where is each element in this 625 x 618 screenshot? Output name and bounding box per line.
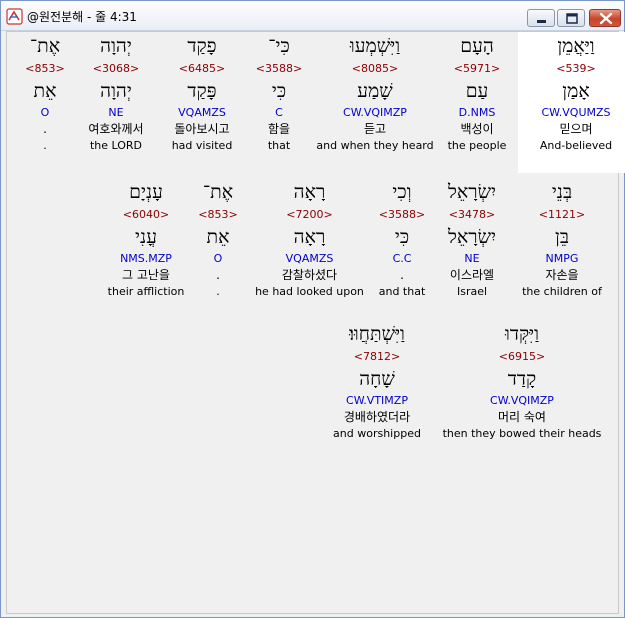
english-gloss: . — [216, 285, 220, 298]
word-cell[interactable]: אֶת־ <853> אֵת O . . — [183, 178, 253, 299]
parsing-code: NMPG — [545, 252, 579, 265]
hebrew-word: עָנְיָם — [129, 181, 163, 203]
lemma: שָׁמַע — [357, 80, 393, 102]
strong-number: <6915> — [498, 350, 546, 363]
lemma: כִּי — [271, 80, 287, 102]
hebrew-word: וַיִּקְּדוּ — [504, 323, 539, 345]
korean-gloss: . — [43, 122, 47, 136]
lemma: עֳנִי — [135, 226, 157, 248]
korean-gloss: 돌아보시고 — [174, 122, 230, 136]
english-gloss: their affliction — [107, 285, 185, 298]
hebrew-word: וַיִּשְׁמְעוּ — [349, 35, 401, 57]
english-gloss: and when they heard — [316, 139, 434, 152]
english-gloss: had visited — [171, 139, 233, 152]
parsing-code: CW.VQIMZP — [343, 106, 407, 119]
parsing-code: C — [275, 106, 283, 119]
korean-gloss: 듣고 — [363, 122, 387, 136]
lemma: בֵּן — [555, 226, 569, 248]
hebrew-word: אֶת־ — [29, 35, 61, 57]
word-cell[interactable]: יְהוָה <3068> יְהוָה NE 여호와께서 the LORD — [73, 32, 159, 153]
korean-gloss: . — [216, 268, 220, 282]
parsing-code: VQAMZS — [178, 106, 226, 119]
hebrew-word: בְּנֵי — [551, 181, 573, 203]
word-cell[interactable]: כִּי־ <3588> כִּי C 함을 that — [239, 32, 319, 153]
hebrew-word: אֶת־ — [202, 181, 234, 203]
parsing-code: NE — [108, 106, 124, 119]
strong-number: <5971> — [453, 62, 501, 75]
english-gloss: the children of — [522, 285, 602, 298]
korean-gloss: 감찰하셨다 — [281, 268, 338, 282]
strong-number: <7200> — [286, 208, 333, 221]
app-window: @원전분해 - 줄 4:31 וַיַּאֲמֵן <539> אָמַן CW… — [0, 0, 625, 618]
strong-number: <8085> — [351, 62, 399, 75]
korean-gloss: 백성이 — [460, 122, 494, 136]
title-bar[interactable]: @원전분해 - 줄 4:31 — [1, 1, 624, 31]
hebrew-word: רָאָה — [293, 181, 326, 203]
lemma: אֵת — [206, 226, 230, 248]
english-gloss: that — [267, 139, 291, 152]
hebrew-word: כִּי־ — [268, 35, 290, 57]
word-cell[interactable]: פָקַד <6485> פָּקַד VQAMZS 돌아보시고 had vis… — [157, 32, 247, 153]
hebrew-word: יְהוָה — [100, 35, 132, 57]
korean-gloss: 그 고난을 — [122, 268, 170, 282]
korean-gloss: 머리 숙여 — [498, 410, 546, 424]
parsing-code: NMS.MZP — [120, 252, 172, 265]
english-gloss: he had looked upon — [255, 285, 364, 298]
english-gloss: the LORD — [89, 139, 143, 152]
word-cell[interactable]: הָעָם <5971> עַם D.NMS 백성이 the people — [419, 32, 535, 153]
word-cell[interactable]: וַיִּשְׁתַּחֲוּוּ׃ <7812> שָׁחָה CW.VTIM… — [312, 320, 442, 441]
strong-number: <3588> — [255, 62, 303, 75]
english-gloss: . — [43, 139, 47, 152]
english-gloss: then they bowed their heads — [442, 427, 602, 440]
app-icon — [6, 8, 23, 25]
window-title: @원전분해 - 줄 4:31 — [27, 10, 137, 24]
korean-gloss: 자손을 — [545, 268, 579, 282]
parsing-code: CW.VTIMZP — [346, 394, 408, 407]
minimize-icon — [537, 20, 546, 23]
lemma: שָׁחָה — [359, 368, 395, 390]
strong-number: <6485> — [178, 62, 226, 75]
parsing-code: CW.VQIMZP — [490, 394, 554, 407]
close-icon — [599, 12, 613, 25]
word-cell[interactable]: רָאָה <7200> רָאָה VQAMZS 감찰하셨다 he had l… — [247, 178, 372, 299]
lemma: יְהוָה — [100, 80, 132, 102]
korean-gloss: 경배하였더라 — [343, 410, 411, 424]
word-cell[interactable]: וַיִּקְּדוּ <6915> קָדַד CW.VQIMZP 머리 숙여… — [437, 320, 607, 441]
hebrew-word: וַיִּשְׁתַּחֲוּוּ׃ — [349, 323, 405, 345]
lemma: אֵת — [33, 80, 57, 102]
strong-number: <853> — [25, 62, 65, 75]
word-cell[interactable]: בְּנֵי <1121> בֵּן NMPG 자손을 the children… — [512, 178, 612, 299]
word-cell[interactable]: אֶת־ <853> אֵת O . . — [15, 32, 75, 153]
strong-number: <6040> — [122, 208, 170, 221]
maximize-icon — [566, 13, 578, 24]
strong-number: <3068> — [92, 62, 140, 75]
minimize-button[interactable] — [527, 9, 555, 27]
strong-number: <7812> — [353, 350, 401, 363]
parsing-code: D.NMS — [458, 106, 496, 119]
close-button[interactable] — [589, 9, 621, 27]
parsing-code: VQAMZS — [285, 252, 334, 265]
korean-gloss: 여호와께서 — [88, 122, 144, 136]
maximize-button[interactable] — [557, 9, 585, 27]
korean-gloss: 함을 — [267, 122, 291, 136]
lemma: פָּקַד — [187, 80, 217, 102]
lemma: רָאָה — [293, 226, 326, 248]
lemma: עַם — [465, 80, 489, 102]
word-cell[interactable]: וַיִּשְׁמְעוּ <8085> שָׁמַע CW.VQIMZP 듣고… — [315, 32, 435, 153]
hebrew-word: פָקַד — [187, 35, 217, 57]
analysis-pane: וַיַּאֲמֵן <539> אָמַן CW.VQUMZS 믿으며 And… — [6, 31, 625, 614]
hebrew-word: הָעָם — [460, 35, 494, 57]
english-gloss: the people — [447, 139, 507, 152]
parsing-code: O — [40, 106, 50, 119]
lemma: קָדַד — [507, 368, 537, 390]
parsing-code: O — [213, 252, 223, 265]
english-gloss: and worshipped — [333, 427, 421, 440]
strong-number: <1121> — [538, 208, 586, 221]
word-cell[interactable]: עָנְיָם <6040> עֳנִי NMS.MZP 그 고난을 their… — [99, 178, 193, 299]
strong-number: <853> — [198, 208, 238, 221]
